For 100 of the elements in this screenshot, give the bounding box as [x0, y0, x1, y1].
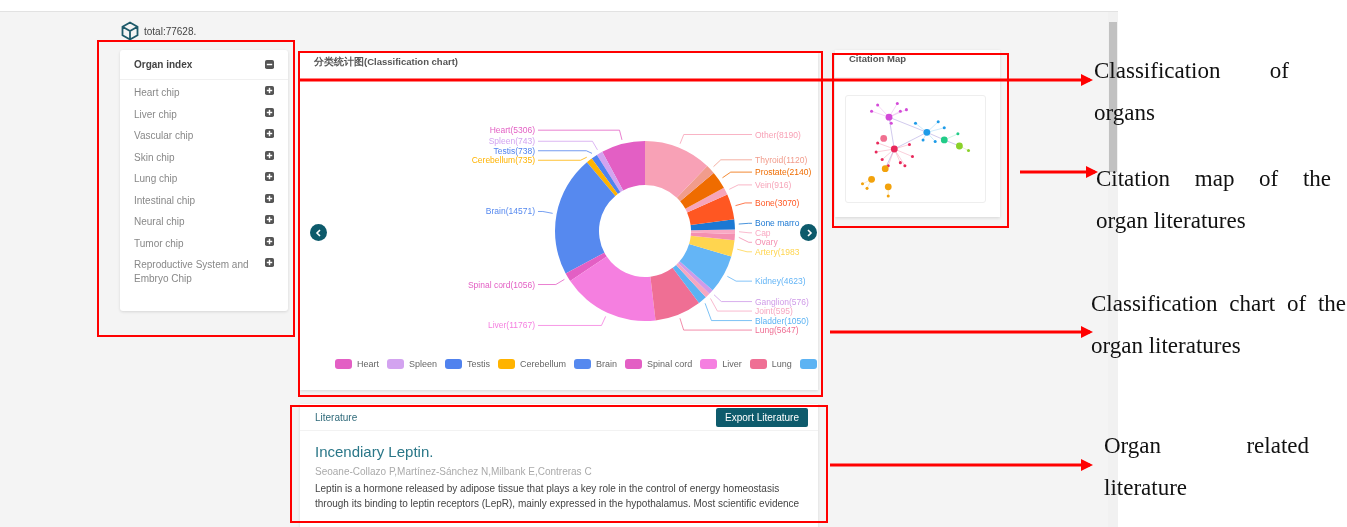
slice-label: Liver(11767): [487, 320, 535, 331]
expand-icon[interactable]: [265, 129, 274, 138]
expand-icon[interactable]: [265, 86, 274, 95]
leader-line: [537, 279, 565, 285]
slice-label: Joint(595): [755, 306, 793, 317]
donut-slice[interactable]: [680, 172, 724, 209]
donut-slice[interactable]: [565, 252, 607, 282]
organ-index-item[interactable]: Tumor chip: [134, 236, 184, 251]
donut-slice[interactable]: [555, 162, 616, 274]
leader-line: [722, 171, 753, 179]
donut-slice[interactable]: [690, 229, 735, 234]
donut-slice[interactable]: [570, 256, 656, 321]
slice-label: Ovary: [755, 237, 778, 248]
leader-line: [738, 236, 753, 243]
annotation-text: Citation map of the organ literatures: [1096, 165, 1331, 235]
organ-index-title: Organ index: [134, 59, 193, 70]
leader-line: [537, 156, 588, 161]
legend-swatch[interactable]: [700, 359, 718, 369]
article-authors: Seoane-Collazo P,Martínez-Sánchez N,Milbank E,Contreras C: [315, 466, 593, 477]
chart-title: 分类统计图(Classification chart): [314, 56, 458, 67]
previous-button[interactable]: [310, 224, 327, 241]
slice-label: Cap: [755, 227, 771, 238]
legend-swatch[interactable]: [625, 359, 643, 369]
expand-icon[interactable]: [265, 107, 274, 117]
slice-label: Bone marro: [755, 218, 800, 229]
leader-line: [738, 222, 753, 225]
donut-slice[interactable]: [689, 235, 735, 257]
legend-swatch[interactable]: [574, 359, 592, 369]
annotation-text: Classification chart of the organ literatures: [1091, 290, 1346, 360]
legend-label[interactable]: Heart: [357, 359, 379, 369]
slice-label: Brain(14571): [485, 206, 535, 217]
leader-line: [713, 159, 753, 168]
expand-icon[interactable]: [265, 193, 274, 203]
legend-swatch[interactable]: [749, 359, 767, 369]
annotation-text: Classification of organs: [1094, 57, 1289, 127]
leader-line: [736, 248, 753, 253]
donut-slice[interactable]: [676, 166, 714, 202]
leader-line: [537, 315, 607, 326]
slice-label: Prostate(2140): [755, 167, 812, 178]
organ-index-item[interactable]: Neural chip: [134, 215, 185, 229]
organ-index-item[interactable]: Liver chip: [134, 107, 177, 122]
article-title[interactable]: Incendiary Leptin.: [315, 443, 803, 460]
donut-slice[interactable]: [602, 141, 645, 191]
slice-label: Ganglion(576): [755, 296, 809, 307]
donut-slice[interactable]: [679, 244, 732, 291]
expand-icon[interactable]: [265, 150, 274, 160]
legend-label[interactable]: Testis: [467, 359, 491, 369]
slice-label: Spinal cord(1056): [467, 279, 535, 290]
donut-slice[interactable]: [650, 267, 700, 321]
donut-slice[interactable]: [645, 141, 708, 198]
legend-swatch[interactable]: [445, 359, 463, 369]
legend-label[interactable]: Brain: [596, 359, 618, 369]
legend-label[interactable]: Cerebellum: [520, 359, 567, 369]
slice-label: Cerebellum(735): [471, 155, 535, 166]
legend-swatch[interactable]: [387, 359, 404, 369]
legend-label[interactable]: Liver: [722, 359, 742, 369]
expand-icon[interactable]: [265, 172, 274, 181]
legend-label[interactable]: Spinal cord: [647, 359, 693, 369]
leader-line: [738, 231, 753, 234]
donut-slice[interactable]: [685, 187, 728, 213]
donut-slice[interactable]: [690, 219, 735, 231]
expand-icon[interactable]: [265, 258, 274, 267]
leader-line: [735, 202, 753, 207]
slice-label: Vein(916): [755, 179, 792, 190]
slice-label: Artery(1983: [755, 246, 800, 257]
slice-label: Lung(5647): [755, 325, 799, 336]
expand-icon[interactable]: [265, 236, 274, 246]
organ-index-item[interactable]: Vascular chip: [134, 129, 194, 143]
organ-index-item[interactable]: Heart chip: [134, 86, 180, 100]
slice-label: Other(8190): [755, 129, 801, 140]
leader-line: [726, 275, 753, 282]
leader-line: [728, 184, 753, 190]
organ-index-item[interactable]: Lung chip: [134, 172, 178, 186]
slice-label: Bladder(1050): [755, 315, 809, 326]
article-abstract: Leptin is a hormone released by adipose tissue that plays a key role in the control of energy homeostasis through its binding to leptin receptors (LepR), mainly expressed in the hypothalamus. Most scientific evidence: [315, 482, 801, 511]
cube-icon: [120, 21, 140, 41]
chevron-left-icon: [313, 227, 324, 238]
legend-swatch[interactable]: [335, 359, 352, 369]
slice-label: Bone(3070): [755, 197, 800, 208]
slice-label: Spleen(743): [488, 136, 535, 147]
legend-swatch[interactable]: [799, 359, 817, 369]
slice-label: Heart(5306): [489, 125, 535, 136]
legend-label[interactable]: Spleen: [409, 359, 438, 369]
legend-label[interactable]: Lung: [771, 359, 792, 369]
organ-index-item[interactable]: Skin chip: [134, 150, 175, 165]
donut-slice[interactable]: [687, 194, 735, 226]
literature-title: Literature: [315, 411, 358, 423]
next-button[interactable]: [800, 224, 817, 241]
legend-swatch[interactable]: [498, 359, 516, 369]
collapse-icon[interactable]: [265, 60, 274, 69]
slice-label: Testis(738): [493, 145, 535, 156]
annotation-text: Organ related literature: [1104, 432, 1309, 502]
organ-index-item[interactable]: Reproductive System and Embryo Chip: [134, 258, 259, 286]
leader-line: [537, 211, 554, 214]
slice-label: Thyroid(1120): [755, 154, 808, 165]
citation-title: Citation Map: [849, 53, 906, 64]
total-count: total:77628.: [144, 25, 197, 37]
organ-index-item[interactable]: Intestinal chip: [134, 193, 196, 208]
expand-icon[interactable]: [265, 215, 274, 224]
export-button[interactable]: Export Literature: [716, 407, 808, 427]
